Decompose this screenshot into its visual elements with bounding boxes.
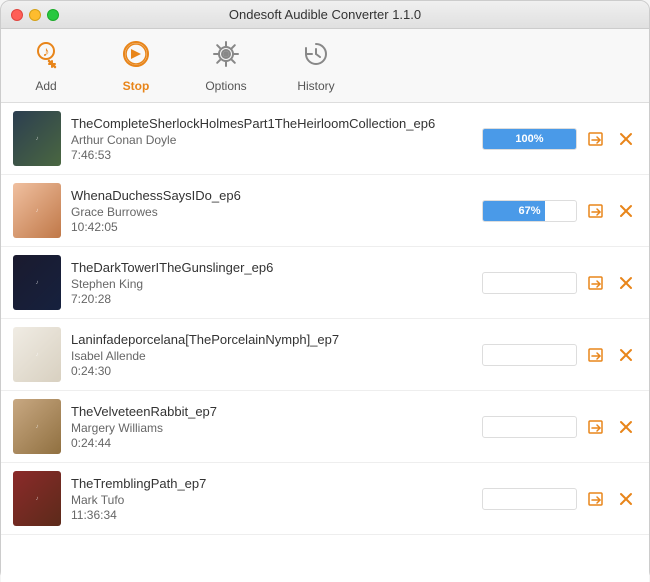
toolbar-options[interactable]: Options (181, 33, 271, 99)
book-info: TheDarkTowerITheGunslinger_ep6 Stephen Ki… (71, 260, 472, 306)
add-icon: ♪ (31, 39, 61, 76)
progress-label: 100% (483, 129, 576, 149)
remove-book-button[interactable] (615, 344, 637, 366)
book-info: TheCompleteSherlockHolmesPart1TheHeirloo… (71, 116, 472, 162)
remove-book-button[interactable] (615, 488, 637, 510)
book-row: ♪ WhenaDuchessSaysIDo_ep6 Grace Burrowes10… (1, 175, 649, 247)
book-row: ♪ Laninfadeporcelana[ThePorcelainNymph]_e… (1, 319, 649, 391)
open-folder-button[interactable] (585, 416, 607, 438)
stop-label: Stop (123, 79, 150, 93)
remove-book-button[interactable] (615, 200, 637, 222)
open-folder-button[interactable] (585, 128, 607, 150)
book-cover: ♪ (13, 111, 61, 166)
book-info: TheVelveteenRabbit_ep7 Margery Williams0:… (71, 404, 472, 450)
progress-bar: 100% (482, 128, 577, 150)
cover-icon: ♪ (34, 422, 41, 432)
title-bar: Ondesoft Audible Converter 1.1.0 (1, 1, 649, 29)
progress-label: 67% (483, 201, 576, 221)
book-list: ♪ TheCompleteSherlockHolmesPart1TheHeirlo… (1, 103, 649, 582)
book-author: Isabel Allende (71, 349, 472, 363)
book-cover: ♪ (13, 183, 61, 238)
close-button[interactable] (11, 9, 23, 21)
history-label: History (297, 79, 334, 93)
book-controls (482, 488, 637, 510)
history-icon (301, 39, 331, 76)
book-info: TheTremblingPath_ep7 Mark Tufo11:36:34 (71, 476, 472, 522)
svg-text:♪: ♪ (43, 43, 50, 59)
progress-bar (482, 488, 577, 510)
book-row: ♪ TheCompleteSherlockHolmesPart1TheHeirlo… (1, 103, 649, 175)
book-duration: 0:24:30 (71, 364, 472, 378)
options-icon (211, 39, 241, 76)
progress-bar (482, 416, 577, 438)
cover-icon: ♪ (34, 134, 41, 144)
book-title: TheVelveteenRabbit_ep7 (71, 404, 472, 419)
book-controls (482, 272, 637, 294)
progress-bar: 67% (482, 200, 577, 222)
remove-book-button[interactable] (615, 416, 637, 438)
book-duration: 10:42:05 (71, 220, 472, 234)
book-duration: 11:36:34 (71, 508, 472, 522)
toolbar-stop[interactable]: Stop (91, 33, 181, 99)
progress-bar (482, 272, 577, 294)
book-cover: ♪ (13, 327, 61, 382)
book-duration: 7:20:28 (71, 292, 472, 306)
book-duration: 0:24:44 (71, 436, 472, 450)
open-folder-button[interactable] (585, 344, 607, 366)
book-info: Laninfadeporcelana[ThePorcelainNymph]_ep… (71, 332, 472, 378)
add-label: Add (35, 79, 56, 93)
toolbar: ♪ Add Stop (1, 29, 649, 103)
book-row: ♪ TheDarkTowerITheGunslinger_ep6 Stephen K… (1, 247, 649, 319)
book-controls (482, 416, 637, 438)
book-author: Arthur Conan Doyle (71, 133, 472, 147)
book-controls (482, 344, 637, 366)
cover-icon: ♪ (34, 278, 41, 288)
window-title: Ondesoft Audible Converter 1.1.0 (229, 7, 421, 22)
cover-icon: ♪ (34, 350, 41, 360)
book-cover: ♪ (13, 399, 61, 454)
options-label: Options (205, 79, 246, 93)
stop-icon (121, 39, 151, 76)
toolbar-history[interactable]: History (271, 33, 361, 99)
book-cover: ♪ (13, 255, 61, 310)
book-cover: ♪ (13, 471, 61, 526)
remove-book-button[interactable] (615, 272, 637, 294)
book-author: Stephen King (71, 277, 472, 291)
book-author: Margery Williams (71, 421, 472, 435)
open-folder-button[interactable] (585, 272, 607, 294)
book-controls: 67% (482, 200, 637, 222)
remove-book-button[interactable] (615, 128, 637, 150)
open-folder-button[interactable] (585, 200, 607, 222)
progress-bar (482, 344, 577, 366)
book-title: TheCompleteSherlockHolmesPart1TheHeirloo… (71, 116, 472, 131)
book-title: TheDarkTowerITheGunslinger_ep6 (71, 260, 472, 275)
book-author: Mark Tufo (71, 493, 472, 507)
maximize-button[interactable] (47, 9, 59, 21)
toolbar-add[interactable]: ♪ Add (1, 33, 91, 99)
cover-icon: ♪ (34, 206, 41, 216)
book-title: WhenaDuchessSaysIDo_ep6 (71, 188, 472, 203)
book-title: TheTremblingPath_ep7 (71, 476, 472, 491)
traffic-lights (11, 9, 59, 21)
book-author: Grace Burrowes (71, 205, 472, 219)
minimize-button[interactable] (29, 9, 41, 21)
book-title: Laninfadeporcelana[ThePorcelainNymph]_ep… (71, 332, 472, 347)
cover-icon: ♪ (34, 494, 41, 504)
open-folder-button[interactable] (585, 488, 607, 510)
book-controls: 100% (482, 128, 637, 150)
book-row: ♪ TheVelveteenRabbit_ep7 Margery Williams0… (1, 391, 649, 463)
book-info: WhenaDuchessSaysIDo_ep6 Grace Burrowes10:… (71, 188, 472, 234)
book-duration: 7:46:53 (71, 148, 472, 162)
book-row: ♪ TheTremblingPath_ep7 Mark Tufo11:36:34 (1, 463, 649, 535)
